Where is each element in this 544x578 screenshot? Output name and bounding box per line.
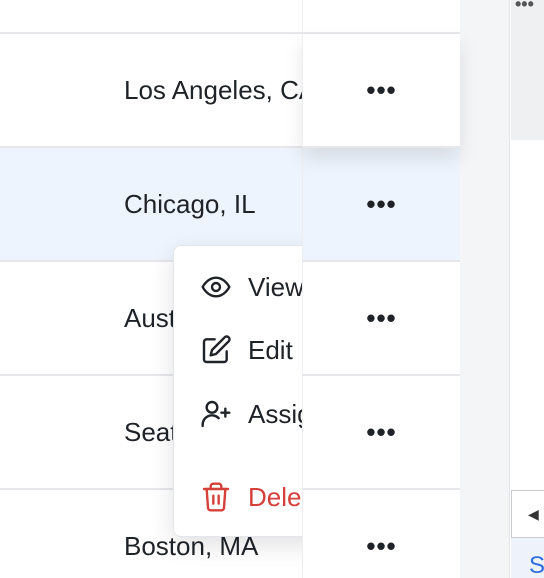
- more-horizontal-icon[interactable]: •••: [366, 305, 396, 331]
- more-horizontal-icon[interactable]: •••: [515, 0, 534, 15]
- user-plus-icon: [201, 400, 231, 428]
- actions-cell: •••: [302, 34, 460, 148]
- city-cell: Chicago, IL: [124, 188, 256, 219]
- more-horizontal-icon[interactable]: •••: [366, 419, 396, 445]
- more-horizontal-icon[interactable]: •••: [366, 191, 396, 217]
- trash-icon: [202, 482, 230, 512]
- side-panel: ••• ◀ S: [511, 0, 544, 578]
- actions-column: ••• ••• ••• ••• ••• •••: [302, 0, 460, 578]
- scroll-left-button[interactable]: ◀: [511, 490, 544, 538]
- data-table: Los Angeles, CA Chicago, IL Austin, TX S…: [0, 0, 460, 578]
- more-horizontal-icon[interactable]: •••: [366, 533, 396, 559]
- panel-gutter: [460, 0, 510, 578]
- city-cell: Los Angeles, CA: [124, 74, 304, 105]
- menu-item-label: View: [248, 271, 304, 302]
- eye-icon: [201, 276, 231, 298]
- actions-cell: •••: [302, 262, 460, 376]
- menu-item-label: Edit: [248, 334, 293, 365]
- pencil-square-icon: [202, 335, 231, 364]
- actions-cell: •••: [302, 148, 460, 262]
- panel-footer-link[interactable]: S: [529, 552, 544, 578]
- actions-cell: •••: [302, 376, 460, 490]
- city-cell: [124, 0, 304, 32]
- actions-cell: •••: [302, 490, 460, 578]
- panel-footer: S: [511, 538, 544, 578]
- panel-header: •••: [511, 0, 544, 140]
- actions-cell: •••: [302, 0, 460, 34]
- chevron-left-icon: ◀: [528, 505, 539, 522]
- more-horizontal-icon[interactable]: •••: [366, 77, 396, 103]
